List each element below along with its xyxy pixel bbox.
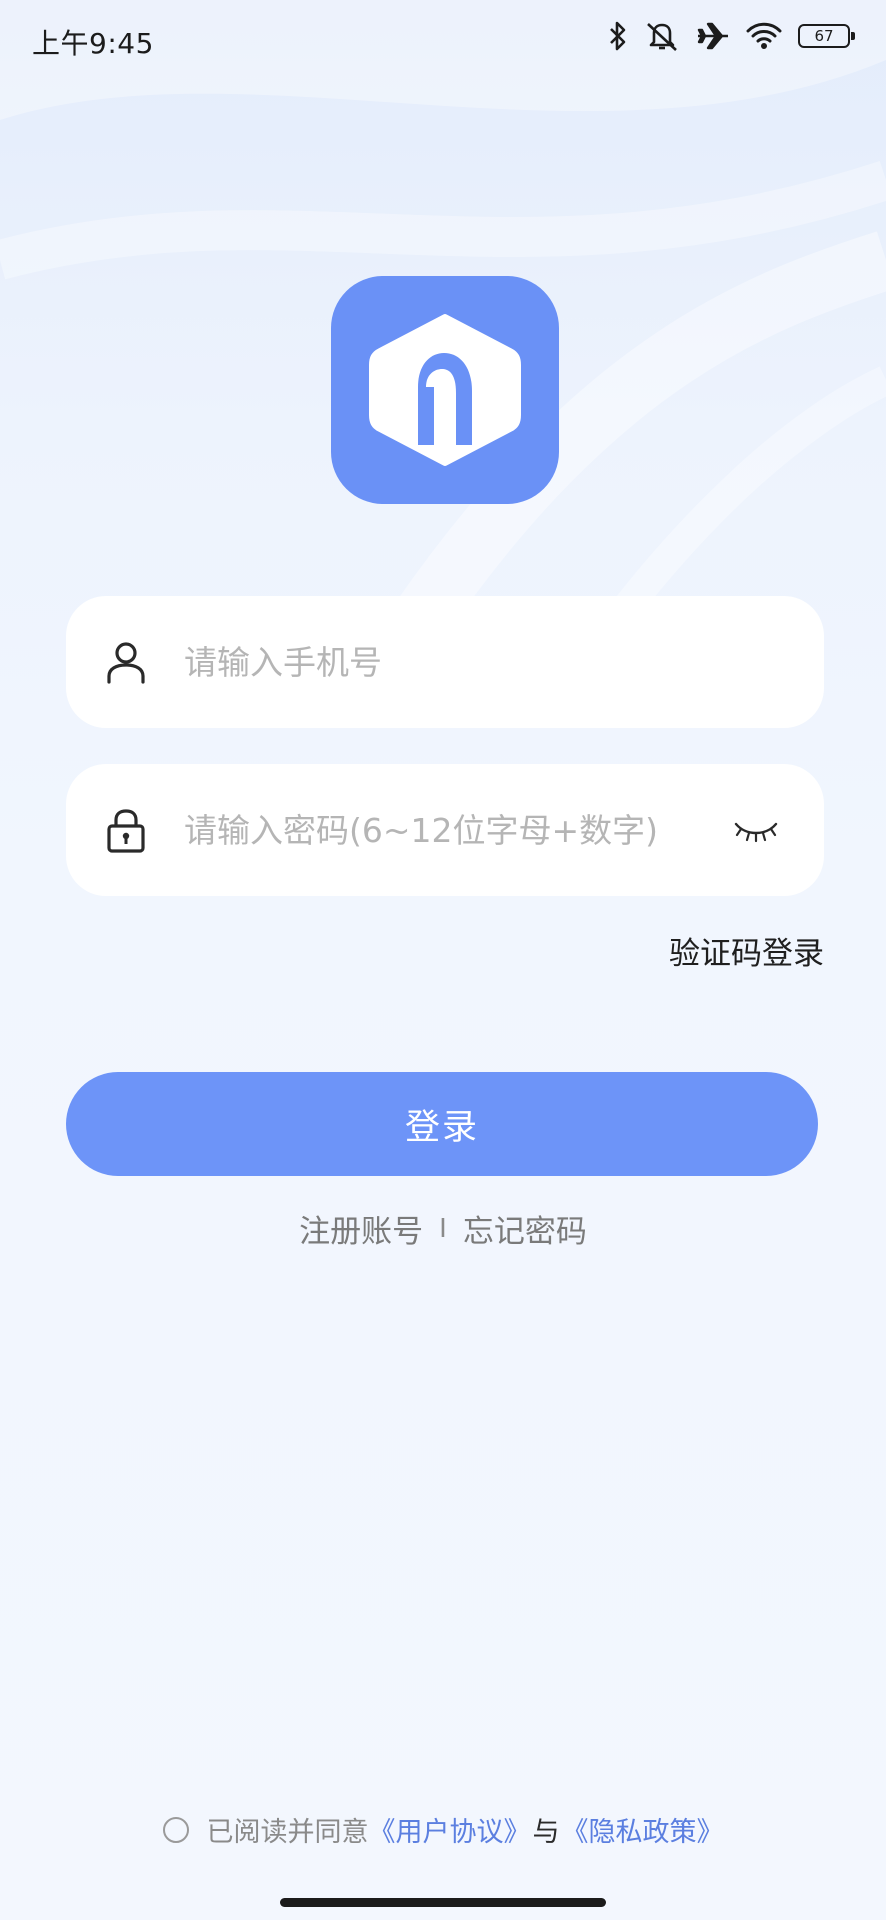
agreement-prefix: 已阅读并同意: [206, 1817, 369, 1848]
password-input[interactable]: [184, 794, 704, 866]
user-icon: [107, 642, 145, 684]
wifi-icon: [746, 22, 782, 49]
battery-icon: 67: [798, 24, 855, 48]
agreement-conjunction: 与: [532, 1817, 560, 1848]
app-logo-icon: [369, 314, 521, 466]
airplane-icon: [697, 22, 728, 50]
forgot-password-link[interactable]: 忘记密码: [463, 1206, 587, 1251]
account-links: 注册账号 I 忘记密码: [0, 1206, 886, 1251]
mute-icon: [647, 23, 677, 51]
home-indicator[interactable]: [280, 1898, 606, 1907]
status-time: 上午9:45: [32, 27, 154, 60]
password-input-card[interactable]: [66, 764, 824, 896]
agreement-row: 已阅读并同意 《用户协议》 与 《隐私政策》: [0, 1810, 886, 1849]
register-link[interactable]: 注册账号: [299, 1206, 423, 1251]
phone-input-card[interactable]: [66, 596, 824, 728]
login-button[interactable]: 登录: [66, 1072, 818, 1176]
user-agreement-link[interactable]: 《用户协议》: [369, 1810, 531, 1849]
links-divider: I: [439, 1213, 447, 1244]
app-logo: [331, 276, 559, 504]
eye-closed-icon[interactable]: [732, 812, 780, 848]
sms-code-login-link[interactable]: 验证码登录: [669, 928, 824, 973]
lock-icon: [107, 809, 145, 853]
phone-input[interactable]: [184, 626, 704, 698]
bluetooth-icon: [610, 21, 626, 51]
agreement-checkbox[interactable]: [162, 1816, 189, 1843]
status-icons: 67: [608, 20, 855, 52]
battery-level: 67: [814, 27, 834, 45]
privacy-policy-link[interactable]: 《隐私政策》: [562, 1810, 724, 1849]
